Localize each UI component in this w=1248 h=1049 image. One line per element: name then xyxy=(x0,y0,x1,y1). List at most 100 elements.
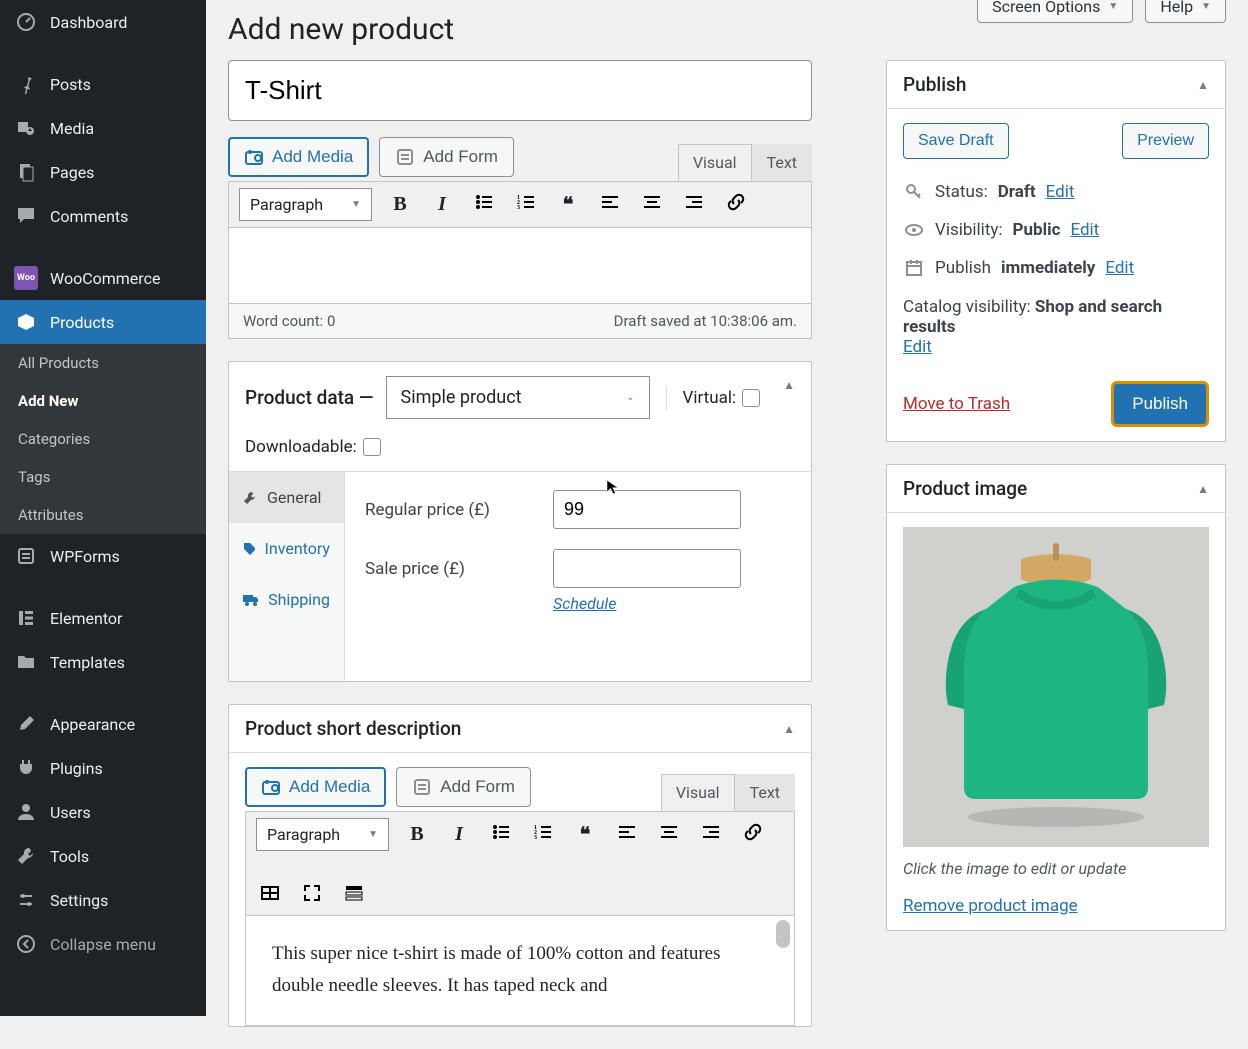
sidebar-item-elementor[interactable]: Elementor xyxy=(0,596,206,640)
submenu-categories[interactable]: Categories xyxy=(0,420,206,458)
regular-price-input[interactable] xyxy=(553,490,741,529)
align-left-button[interactable] xyxy=(596,192,624,218)
toolbar-toggle-button[interactable] xyxy=(340,883,368,909)
sidebar-item-wpforms[interactable]: WPForms xyxy=(0,534,206,578)
bold-button[interactable]: B xyxy=(386,193,414,216)
move-to-trash-link[interactable]: Move to Trash xyxy=(903,394,1010,414)
schedule-link[interactable]: Schedule xyxy=(553,594,616,613)
blockquote-button[interactable]: ❝ xyxy=(571,822,599,847)
toggle-icon[interactable]: ▲ xyxy=(1197,482,1209,496)
brush-icon xyxy=(14,712,38,736)
paragraph-select[interactable]: Paragraph▼ xyxy=(239,188,372,221)
add-media-button-2[interactable]: Add Media xyxy=(245,767,386,807)
align-center-button[interactable] xyxy=(638,192,666,218)
save-draft-button[interactable]: Save Draft xyxy=(903,123,1009,159)
add-media-button[interactable]: Add Media xyxy=(228,137,369,177)
sidebar-item-media[interactable]: Media xyxy=(0,106,206,150)
editor-statusbar: Word count: 0 Draft saved at 10:38:06 am… xyxy=(228,304,812,339)
virtual-checkbox[interactable]: Virtual: xyxy=(683,388,761,408)
sale-price-input[interactable] xyxy=(553,549,741,588)
editor-content[interactable] xyxy=(228,228,812,304)
submenu-all-products[interactable]: All Products xyxy=(0,344,206,382)
submenu-add-new[interactable]: Add New xyxy=(0,382,206,420)
top-toolbar: Screen Options▼ Help▼ xyxy=(977,0,1226,23)
edit-status-link[interactable]: Edit xyxy=(1046,182,1075,202)
sidebar-item-templates[interactable]: Templates xyxy=(0,640,206,684)
plug-icon xyxy=(14,756,38,780)
align-center-button[interactable] xyxy=(655,822,683,848)
sidebar-item-plugins[interactable]: Plugins xyxy=(0,746,206,790)
main-content: Screen Options▼ Help▼ Add new product Ad… xyxy=(206,0,1248,1016)
blockquote-button[interactable]: ❝ xyxy=(554,192,582,217)
sidebar-item-products[interactable]: Products xyxy=(0,300,206,344)
preview-button[interactable]: Preview xyxy=(1122,123,1209,159)
align-right-button[interactable] xyxy=(697,822,725,848)
sidebar-item-dashboard[interactable]: Dashboard xyxy=(0,0,206,44)
sidebar-item-appearance[interactable]: Appearance xyxy=(0,702,206,746)
downloadable-checkbox[interactable]: Downloadable: xyxy=(245,437,795,457)
link-button[interactable] xyxy=(722,192,750,218)
number-list-button[interactable]: 123 xyxy=(512,192,540,218)
add-form-button-2[interactable]: Add Form xyxy=(396,767,531,807)
bullet-list-button[interactable] xyxy=(470,192,498,218)
scrollbar[interactable] xyxy=(776,920,790,948)
edit-catalog-link[interactable]: Edit xyxy=(903,337,932,357)
edit-visibility-link[interactable]: Edit xyxy=(1070,220,1099,240)
sidebar-item-posts[interactable]: Posts xyxy=(0,62,206,106)
toggle-icon[interactable]: ▲ xyxy=(1197,78,1209,92)
fullscreen-button[interactable] xyxy=(298,883,326,909)
bullet-list-button[interactable] xyxy=(487,822,515,848)
align-left-button[interactable] xyxy=(613,822,641,848)
tab-general[interactable]: General xyxy=(229,472,344,523)
submenu-attributes[interactable]: Attributes xyxy=(0,496,206,534)
tinymce-toolbar: Paragraph▼ B I 123 ❝ xyxy=(228,181,812,228)
table-button[interactable] xyxy=(256,883,284,909)
sidebar-item-settings[interactable]: Settings xyxy=(0,878,206,922)
sidebar-item-woocommerce[interactable]: WooWooCommerce xyxy=(0,256,206,300)
add-form-button[interactable]: Add Form xyxy=(379,137,514,177)
elementor-icon xyxy=(14,606,38,630)
toggle-icon[interactable]: ▲ xyxy=(783,722,795,736)
link-button[interactable] xyxy=(739,822,767,848)
short-description-box: Product short description ▲ Add Media Ad… xyxy=(228,704,812,1027)
truck-icon xyxy=(243,593,258,607)
product-data-heading: Product data — xyxy=(245,386,374,409)
sidebar-item-pages[interactable]: Pages xyxy=(0,150,206,194)
tinymce-toolbar-2: Paragraph▼ B I 123 ❝ xyxy=(245,811,795,916)
collapse-menu[interactable]: Collapse menu xyxy=(0,922,206,966)
product-image-box: Product image ▲ Click the image to edit xyxy=(886,464,1226,931)
chevron-down-icon: ▼ xyxy=(1201,1,1211,12)
remove-product-image-link[interactable]: Remove product image xyxy=(903,896,1078,916)
tab-visual[interactable]: Visual xyxy=(678,144,752,181)
sidebar-item-users[interactable]: Users xyxy=(0,790,206,834)
paragraph-select-2[interactable]: Paragraph▼ xyxy=(256,818,389,851)
italic-button[interactable]: I xyxy=(445,823,473,846)
tab-inventory[interactable]: Inventory xyxy=(229,523,344,574)
wpforms-icon xyxy=(14,544,38,568)
tab-visual-2[interactable]: Visual xyxy=(661,774,735,811)
submenu-tags[interactable]: Tags xyxy=(0,458,206,496)
number-list-button[interactable]: 123 xyxy=(529,822,557,848)
bold-button[interactable]: B xyxy=(403,823,431,846)
product-image-preview[interactable] xyxy=(903,527,1209,847)
product-type-select[interactable]: Simple product⌄ xyxy=(386,376,650,419)
tab-text[interactable]: Text xyxy=(752,144,812,181)
tab-shipping[interactable]: Shipping xyxy=(229,574,344,625)
product-data-tabs: General Inventory Shipping xyxy=(229,472,345,681)
toggle-icon[interactable]: ▲ xyxy=(783,378,795,392)
tab-text-2[interactable]: Text xyxy=(735,774,795,811)
calendar-icon xyxy=(903,257,925,279)
sidebar-item-comments[interactable]: Comments xyxy=(0,194,206,238)
edit-publish-date-link[interactable]: Edit xyxy=(1105,258,1134,278)
camera-icon xyxy=(261,777,281,797)
align-right-button[interactable] xyxy=(680,192,708,218)
publish-button[interactable]: Publish xyxy=(1111,381,1209,427)
sidebar-item-tools[interactable]: Tools xyxy=(0,834,206,878)
product-title-input[interactable] xyxy=(228,60,812,121)
screen-options-button[interactable]: Screen Options▼ xyxy=(977,0,1133,23)
media-icon xyxy=(14,116,38,140)
help-button[interactable]: Help▼ xyxy=(1145,0,1226,23)
wrench-icon xyxy=(243,491,257,505)
short-desc-editor[interactable]: This super nice t-shirt is made of 100% … xyxy=(245,916,795,1026)
italic-button[interactable]: I xyxy=(428,193,456,216)
